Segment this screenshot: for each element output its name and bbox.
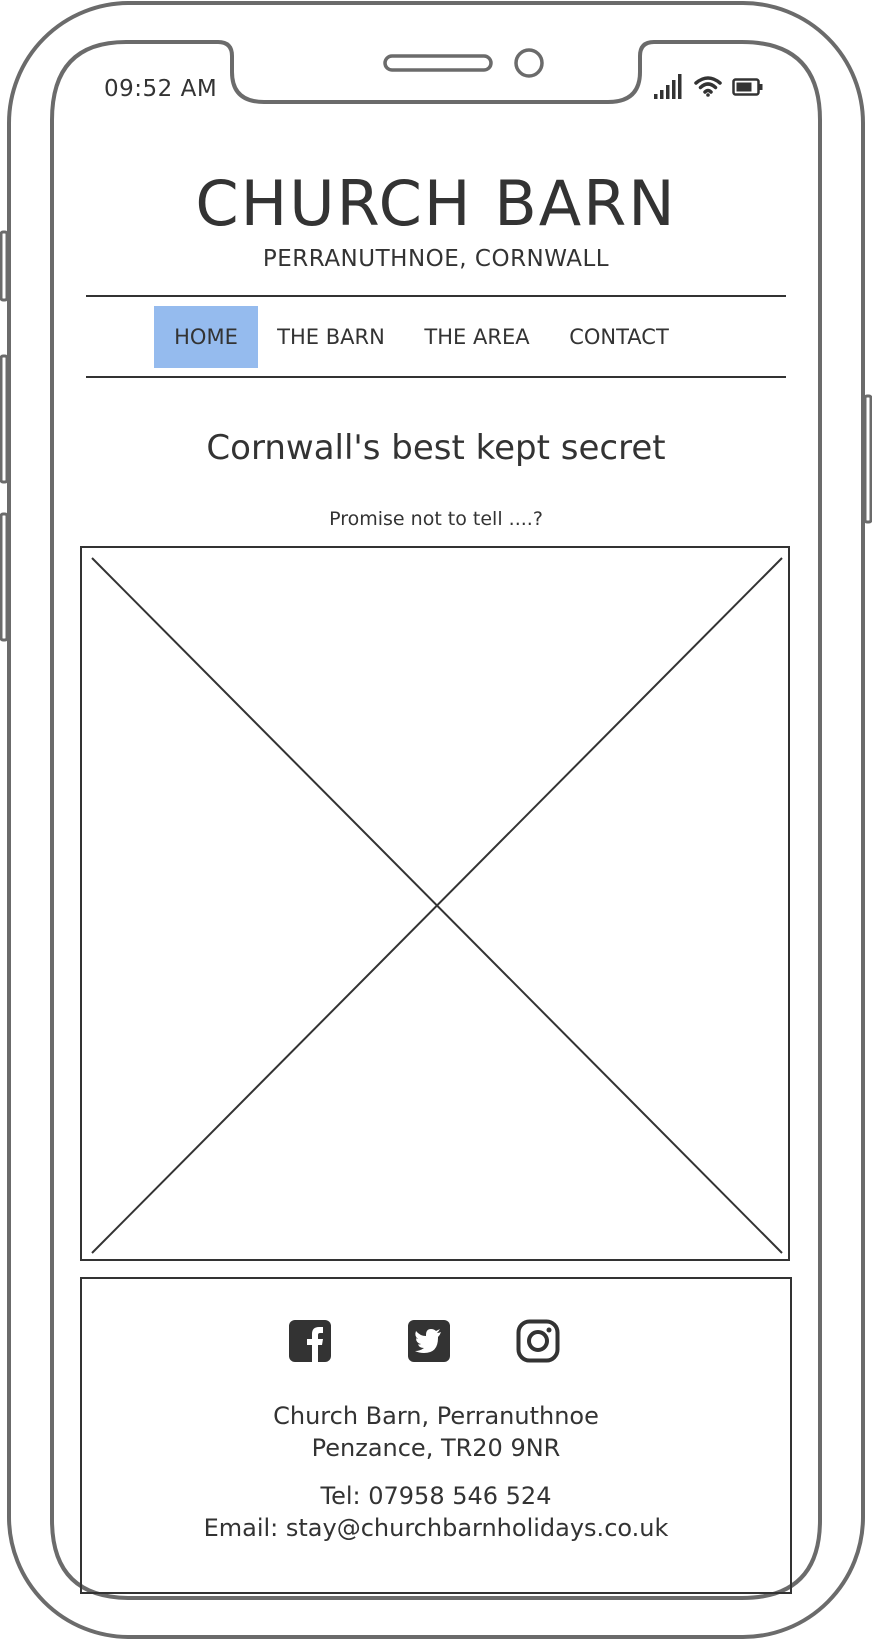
signal-bars-icon: [654, 74, 682, 99]
nav-item-contact[interactable]: CONTACT: [558, 306, 680, 368]
footer-email[interactable]: Email: stay@churchbarnholidays.co.uk: [0, 1514, 872, 1542]
twitter-icon[interactable]: [407, 1319, 451, 1363]
footer-address-line2: Penzance, TR20 9NR: [311, 1434, 561, 1462]
footer-address-line1: Church Barn, Perranuthnoe: [273, 1402, 599, 1430]
status-time: 09:52 AM: [104, 76, 218, 102]
footer-phone[interactable]: Tel: 07958 546 524: [0, 1482, 872, 1510]
battery-icon: [732, 78, 763, 96]
nav-top-divider: [86, 295, 786, 297]
nav-bottom-divider: [86, 376, 786, 378]
nav-item-home[interactable]: HOME: [154, 306, 258, 368]
wifi-icon: [694, 76, 722, 97]
nav-item-the-area[interactable]: THE AREA: [414, 306, 540, 368]
site-title: CHURCH BARN: [195, 167, 677, 240]
hero-image-placeholder: [80, 546, 790, 1261]
facebook-icon[interactable]: [288, 1319, 332, 1363]
page-headline: Cornwall's best kept secret: [206, 428, 666, 468]
nav-item-the-barn[interactable]: THE BARN: [266, 306, 396, 368]
instagram-icon[interactable]: [516, 1319, 560, 1363]
page-tagline: Promise not to tell ....?: [329, 508, 543, 530]
site-subtitle: PERRANUTHNOE, CORNWALL: [262, 246, 610, 272]
